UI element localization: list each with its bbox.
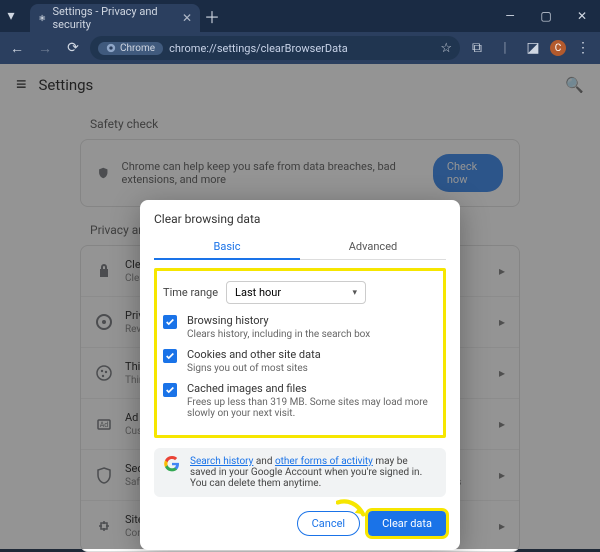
arrow-annotation-icon [336, 499, 370, 523]
chevron-down-icon: ▾ [353, 288, 358, 298]
tab-title: Settings - Privacy and security [52, 5, 176, 31]
tab-advanced[interactable]: Advanced [300, 234, 446, 259]
divider: | [494, 40, 516, 56]
close-icon[interactable]: ✕ [182, 11, 192, 25]
minimize-button[interactable]: — [492, 9, 528, 23]
chip-label: Chrome [120, 43, 155, 54]
google-info-box: Search history and other forms of activi… [154, 448, 446, 497]
activity-link[interactable]: other forms of activity [275, 456, 373, 467]
checkbox-row: Cached images and files Frees up less tha… [163, 382, 437, 419]
checkbox-title: Cached images and files [187, 382, 437, 395]
profile-avatar[interactable]: C [550, 40, 566, 56]
clear-data-button[interactable]: Clear data [368, 511, 446, 536]
clear-browsing-data-dialog: Clear browsing data Basic Advanced Time … [140, 200, 460, 550]
time-range-select[interactable]: Last hour ▾ [226, 281, 366, 304]
bookmark-icon[interactable]: ☆ [440, 41, 452, 56]
window-titlebar: ▾ Settings - Privacy and security ✕ ＋ — … [0, 0, 600, 32]
window-controls: — ▢ ✕ [492, 9, 600, 23]
google-icon [164, 456, 180, 472]
checkbox[interactable] [163, 349, 177, 363]
tab-basic[interactable]: Basic [154, 234, 300, 259]
extensions-icon[interactable]: ⧉ [466, 40, 488, 56]
close-window-button[interactable]: ✕ [564, 9, 600, 23]
checkbox[interactable] [163, 315, 177, 329]
checkbox-title: Cookies and other site data [187, 348, 321, 361]
forward-button: → [34, 40, 56, 57]
url-text: chrome://settings/clearBrowserData [169, 42, 348, 55]
search-history-link[interactable]: Search history [190, 456, 253, 467]
dialog-tabs: Basic Advanced [154, 234, 446, 259]
checkbox-sub: Clears history, including in the search … [187, 329, 370, 340]
site-chip[interactable]: Chrome [98, 42, 163, 55]
back-button[interactable]: ← [6, 40, 28, 57]
side-panel-icon[interactable]: ◪ [522, 40, 544, 56]
gear-icon [38, 13, 46, 23]
maximize-button[interactable]: ▢ [528, 9, 564, 23]
chrome-icon [106, 43, 116, 53]
time-range-label: Time range [163, 286, 218, 299]
tab-dropdown-icon[interactable]: ▾ [0, 8, 22, 24]
highlight-annotation: Time range Last hour ▾ Browsing history C… [154, 268, 446, 438]
reload-button[interactable]: ⟳ [62, 40, 84, 56]
checkbox-row: Browsing history Clears history, includin… [163, 314, 437, 340]
dialog-title: Clear browsing data [154, 212, 446, 226]
info-text: Search history and other forms of activi… [190, 456, 436, 489]
new-tab-button[interactable]: ＋ [200, 4, 224, 28]
browser-tab[interactable]: Settings - Privacy and security ✕ [30, 4, 200, 32]
time-range-value: Last hour [235, 286, 281, 299]
time-range-row: Time range Last hour ▾ [163, 281, 437, 304]
checkbox[interactable] [163, 383, 177, 397]
address-bar: ← → ⟳ Chrome chrome://settings/clearBrow… [0, 32, 600, 64]
checkbox-row: Cookies and other site data Signs you out… [163, 348, 437, 374]
kebab-menu-icon[interactable]: ⋮ [572, 40, 594, 56]
dialog-actions: Cancel Clear data [154, 511, 446, 536]
checkbox-sub: Signs you out of most sites [187, 363, 321, 374]
checkbox-title: Browsing history [187, 314, 370, 327]
omnibox[interactable]: Chrome chrome://settings/clearBrowserDat… [90, 36, 460, 60]
checkbox-sub: Frees up less than 319 MB. Some sites ma… [187, 397, 437, 419]
